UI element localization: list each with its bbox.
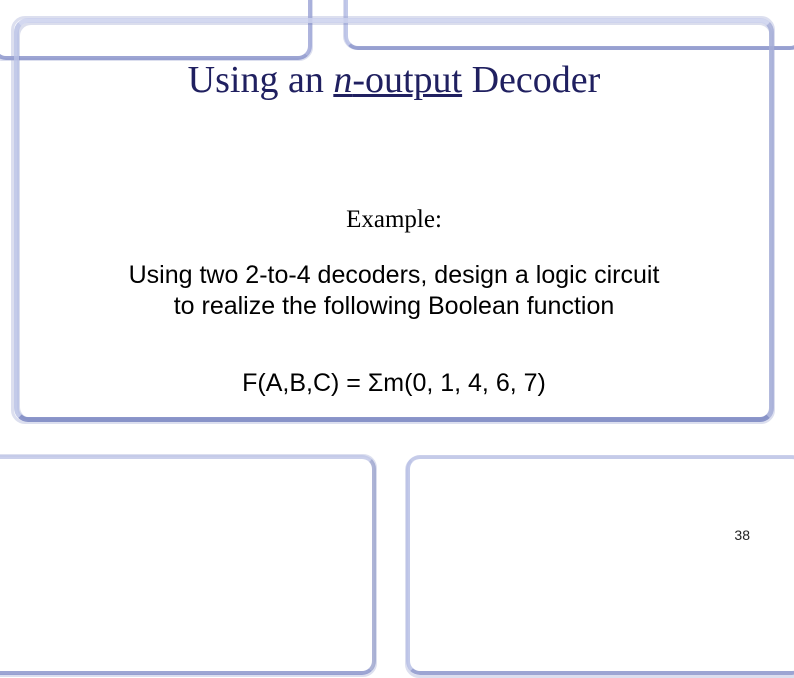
slide-content: Using an n-output Decoder Example: Using… xyxy=(14,18,774,422)
border-bottom-right xyxy=(406,455,794,675)
slide-title: Using an n-output Decoder xyxy=(14,58,774,102)
title-output: -output xyxy=(352,59,462,101)
body-text: Using two 2-to-4 decoders, design a logi… xyxy=(14,260,774,323)
example-label: Example: xyxy=(14,206,774,234)
formula: F(A,B,C) = Σm(0, 1, 4, 6, 7) xyxy=(14,369,774,398)
title-n: n xyxy=(333,59,352,101)
border-bottom-left xyxy=(0,455,376,675)
page-number: 38 xyxy=(734,527,750,543)
title-suffix: Decoder xyxy=(462,59,600,101)
title-prefix: Using an xyxy=(188,59,334,101)
body-line-2: to realize the following Boolean functio… xyxy=(174,292,615,320)
body-line-1: Using two 2-to-4 decoders, design a logi… xyxy=(129,261,660,289)
